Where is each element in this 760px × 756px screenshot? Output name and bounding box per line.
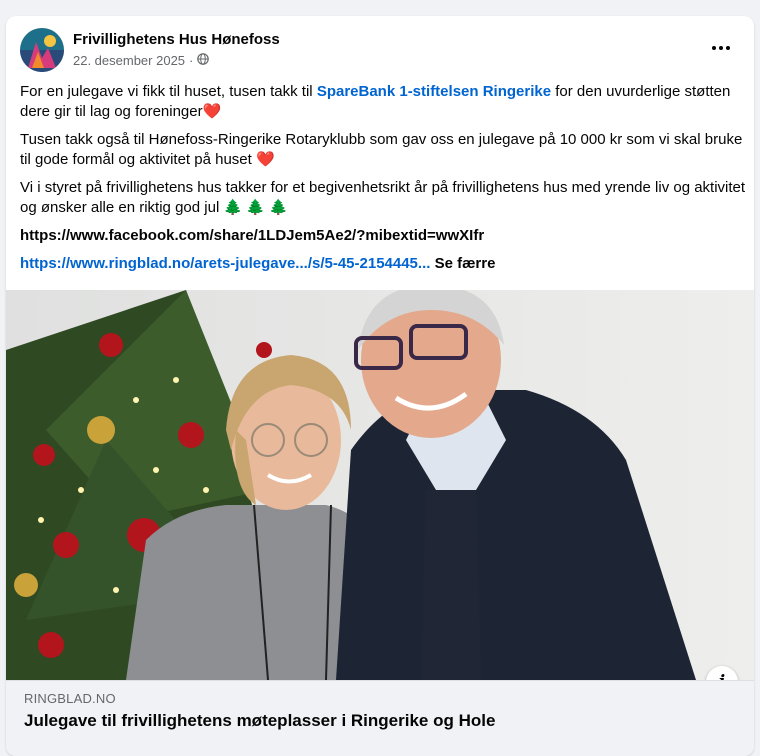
heart-emoji: ❤️ — [255, 151, 275, 168]
post-card: Frivillighetens Hus Hønefoss 22. desembe… — [6, 16, 754, 756]
link-preview[interactable]: RINGBLAD.NO Julegave til frivillighetens… — [6, 680, 754, 756]
paragraph-1: For en julegave vi fikk til huset, tusen… — [20, 82, 746, 122]
post-date[interactable]: 22. desember 2025 — [73, 53, 185, 68]
post-photo[interactable] — [6, 290, 754, 680]
post-meta: 22. desember 2025 · — [73, 53, 210, 68]
p1-text: For en julegave vi fikk til huset, tusen… — [20, 83, 317, 100]
author-name[interactable]: Frivillighetens Hus Hønefoss — [73, 31, 280, 48]
link-preview-title[interactable]: Julegave til frivillighetens møteplasser… — [24, 711, 495, 731]
more-options-icon[interactable] — [708, 38, 734, 58]
globe-icon[interactable] — [197, 53, 210, 68]
paragraph-url2: https://www.ringblad.no/arets-julegave..… — [20, 254, 746, 274]
p2-text: Tusen takk også til Hønefoss-Ringerike R… — [20, 131, 743, 168]
heart-emoji: ❤️ — [202, 103, 222, 120]
post-text: For en julegave vi fikk til huset, tusen… — [20, 82, 746, 282]
author-avatar[interactable] — [20, 28, 64, 72]
paragraph-3: Vi i styret på frivillighetens hus takke… — [20, 178, 746, 218]
facebook-share-link[interactable]: https://www.facebook.com/share/1LDJem5Ae… — [20, 227, 484, 244]
link-preview-domain: RINGBLAD.NO — [24, 691, 116, 706]
post-header: Frivillighetens Hus Hønefoss 22. desembe… — [6, 16, 754, 86]
paragraph-url1: https://www.facebook.com/share/1LDJem5Ae… — [20, 226, 746, 246]
paragraph-2: Tusen takk også til Hønefoss-Ringerike R… — [20, 130, 746, 170]
tree-emoji: 🌲 🌲 🌲 — [223, 199, 288, 216]
see-less-button[interactable]: Se færre — [435, 255, 496, 272]
p3-text: Vi i styret på frivillighetens hus takke… — [20, 179, 746, 216]
sparebank-link[interactable]: SpareBank 1-stiftelsen Ringerike — [317, 83, 551, 100]
ringblad-link[interactable]: https://www.ringblad.no/arets-julegave..… — [20, 255, 430, 272]
meta-separator: · — [189, 53, 194, 68]
